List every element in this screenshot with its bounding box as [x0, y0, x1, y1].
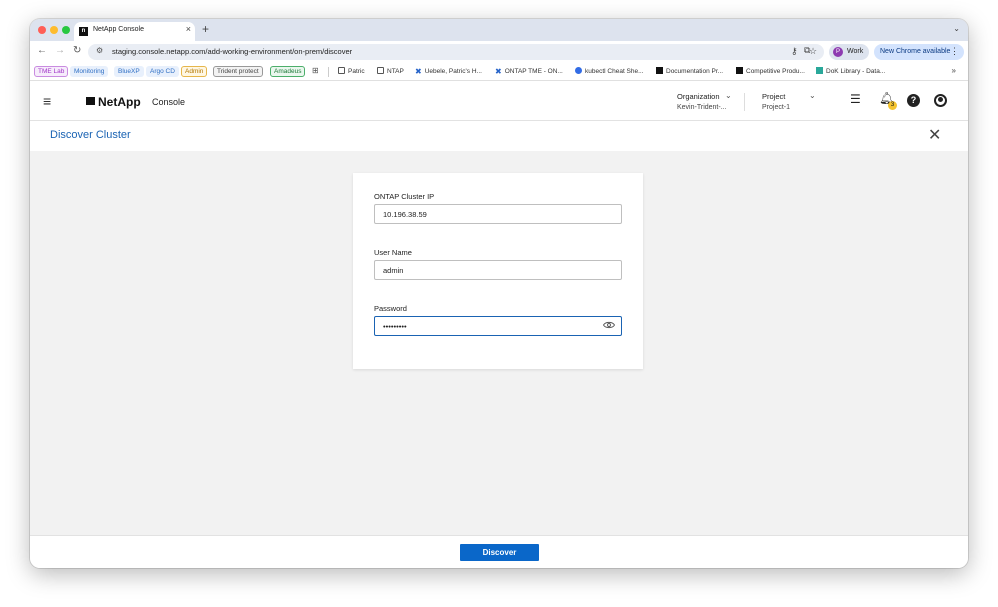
- password-label: Password: [374, 304, 407, 313]
- bookmark-label: Patric: [348, 68, 365, 75]
- bookmark-amadeus[interactable]: Amadeus: [270, 66, 306, 77]
- browser-toolbar: ← → ↻ ⚙ staging.console.netapp.com/add-w…: [30, 41, 968, 63]
- dok-icon: [816, 67, 823, 74]
- bookmark-tme-lab[interactable]: TME Lab: [34, 66, 69, 77]
- maximize-window-button[interactable]: [62, 26, 70, 34]
- profile-avatar: P: [833, 47, 843, 57]
- kubernetes-icon: [575, 67, 582, 74]
- close-window-button[interactable]: [38, 26, 46, 34]
- forward-arrow-icon[interactable]: →: [55, 45, 65, 56]
- hamburger-menu-icon[interactable]: ≡: [43, 93, 51, 109]
- extensions-puzzle-icon[interactable]: ⧉: [804, 45, 810, 56]
- apps-grid-icon[interactable]: ⊞: [312, 66, 319, 75]
- user-account-icon[interactable]: [934, 94, 947, 107]
- bookmark-admin[interactable]: Admin: [181, 66, 208, 77]
- discover-button[interactable]: Discover: [460, 544, 539, 561]
- bookmark-folder-ntap[interactable]: NTAP: [377, 67, 404, 75]
- bookmark-label: kubectl Cheat She...: [585, 68, 644, 75]
- cluster-ip-input[interactable]: [374, 204, 622, 224]
- netapp-icon: [656, 67, 663, 74]
- back-arrow-icon[interactable]: ←: [37, 45, 47, 56]
- password-input[interactable]: [374, 316, 622, 336]
- organization-label: Organization: [677, 92, 720, 101]
- organization-value: Kevin-Trident-...: [677, 104, 727, 111]
- netapp-icon: [736, 67, 743, 74]
- bookmark-dok-library[interactable]: DoK Library - Data...: [816, 67, 885, 75]
- confluence-icon: ✖: [495, 67, 502, 76]
- cluster-ip-label: ONTAP Cluster IP: [374, 192, 435, 201]
- console-label: Console: [152, 97, 186, 107]
- bookmark-documentation[interactable]: Documentation Pr...: [656, 67, 723, 75]
- project-label: Project: [762, 92, 786, 101]
- netapp-favicon-icon: n: [79, 27, 88, 36]
- bookmark-label: DoK Library - Data...: [826, 68, 886, 75]
- tab-close-icon[interactable]: ×: [186, 24, 191, 34]
- site-settings-icon[interactable]: ⚙: [96, 46, 103, 55]
- bookmark-label: NTAP: [387, 68, 404, 75]
- browser-tab-netapp-console[interactable]: n NetApp Console ×: [74, 22, 195, 41]
- bookmark-argo-cd[interactable]: Argo CD: [146, 66, 179, 77]
- bookmarks-bar: TME Lab Monitoring BlueXP Argo CD Admin …: [30, 63, 968, 81]
- bookmark-competitive[interactable]: Competitive Produ...: [736, 67, 805, 75]
- workload-connector-icon[interactable]: ☰: [850, 92, 861, 106]
- password-key-icon[interactable]: ⚷: [791, 46, 798, 57]
- new-tab-icon[interactable]: +: [202, 22, 209, 36]
- netapp-logo-icon: [86, 97, 95, 105]
- app-header: ≡ NetApp Console Organization Kevin-Trid…: [30, 81, 968, 121]
- chevron-down-icon: ⌄: [809, 91, 816, 100]
- reload-icon[interactable]: ↻: [73, 45, 81, 56]
- browser-window: n NetApp Console × + ⌄ ← → ↻ ⚙ staging.c…: [30, 19, 968, 568]
- tab-search-icon[interactable]: ⌄: [953, 24, 960, 33]
- minimize-window-button[interactable]: [50, 26, 58, 34]
- user-name-label: User Name: [374, 248, 412, 257]
- user-name-input[interactable]: [374, 260, 622, 280]
- bookmark-bluexp[interactable]: BlueXP: [114, 66, 144, 77]
- tab-strip: n NetApp Console × + ⌄: [30, 19, 968, 41]
- bookmark-separator: [328, 67, 329, 77]
- bookmark-label: ONTAP TME - ON...: [504, 68, 563, 75]
- more-bookmarks-icon[interactable]: »: [952, 66, 956, 75]
- folder-icon: [377, 67, 384, 74]
- netapp-logo-text: NetApp: [98, 95, 141, 109]
- page-title-bar: Discover Cluster ✕: [30, 121, 968, 151]
- chevron-down-icon: ⌄: [725, 91, 732, 100]
- main-content: ONTAP Cluster IP User Name Password: [30, 151, 968, 535]
- profile-label: Work: [847, 48, 864, 55]
- folder-icon: [338, 67, 345, 74]
- bookmark-kubectl[interactable]: kubectl Cheat She...: [575, 67, 644, 75]
- url-text: staging.console.netapp.com/add-working-e…: [112, 47, 353, 56]
- chrome-menu-icon[interactable]: ⋮: [950, 46, 959, 57]
- bookmark-trident-protect[interactable]: Trident protect: [213, 66, 263, 77]
- page-title: Discover Cluster: [50, 129, 131, 141]
- bookmark-label: Documentation Pr...: [666, 68, 724, 75]
- bookmark-ontap-tme[interactable]: ✖ ONTAP TME - ON...: [495, 67, 563, 76]
- help-icon[interactable]: ?: [907, 94, 920, 107]
- footer-bar: Discover: [30, 535, 968, 568]
- discover-cluster-form: ONTAP Cluster IP User Name Password: [353, 173, 643, 369]
- chrome-update-label: New Chrome available: [880, 48, 951, 55]
- bookmark-label: Competitive Produ...: [746, 68, 805, 75]
- notification-badge: 3: [888, 101, 897, 110]
- confluence-icon: ✖: [415, 67, 422, 76]
- bookmark-folder-patric[interactable]: Patric: [338, 67, 365, 75]
- header-divider: [744, 93, 745, 111]
- project-value: Project-1: [762, 104, 791, 111]
- bookmark-label: Uebele, Patric's H...: [424, 68, 482, 75]
- eye-icon[interactable]: [603, 321, 615, 329]
- bookmark-uebele[interactable]: ✖ Uebele, Patric's H...: [415, 67, 482, 76]
- profile-button[interactable]: P Work: [829, 44, 869, 60]
- address-bar[interactable]: ⚙ staging.console.netapp.com/add-working…: [88, 44, 824, 60]
- tab-title: NetApp Console: [93, 26, 144, 33]
- close-icon[interactable]: ✕: [928, 125, 941, 145]
- bookmark-monitoring[interactable]: Monitoring: [70, 66, 109, 77]
- chrome-update-button[interactable]: New Chrome available ⋮: [874, 44, 964, 60]
